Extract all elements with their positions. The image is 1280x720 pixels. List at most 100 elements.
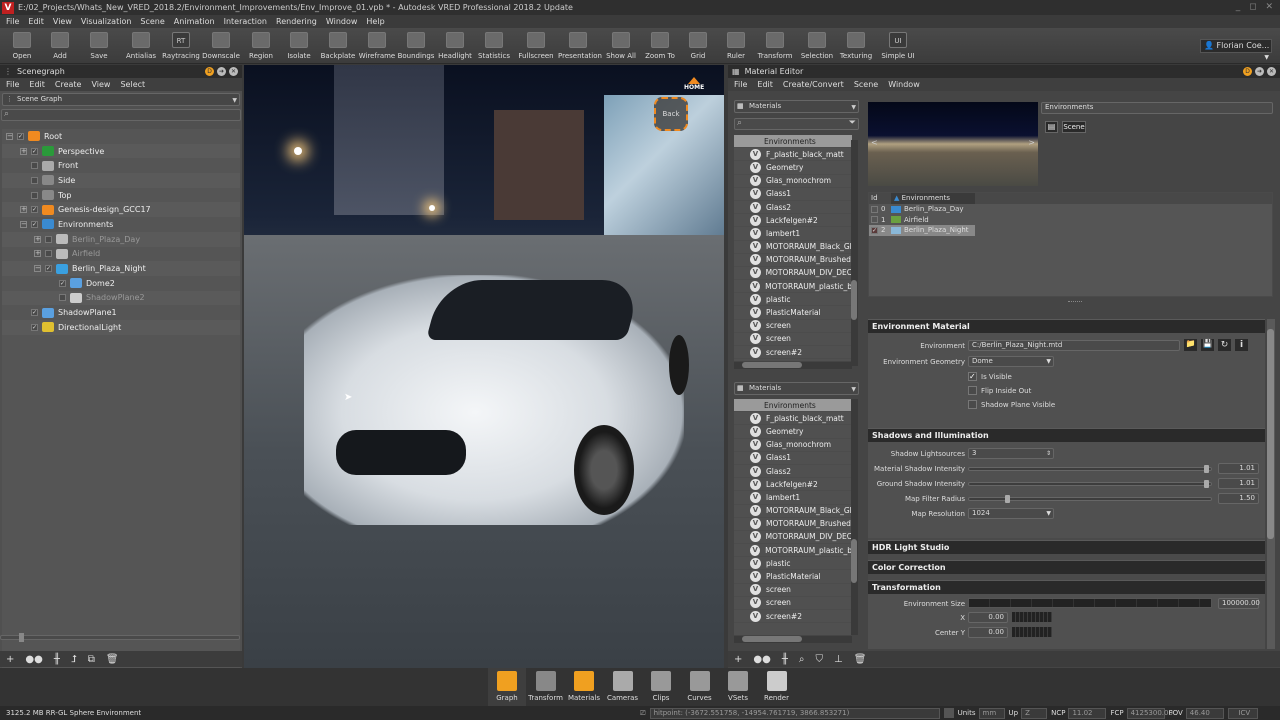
dock-materials-button[interactable]: Materials	[565, 668, 603, 706]
section-hdr-light-studio[interactable]: HDR Light Studio	[868, 540, 1265, 554]
material-item[interactable]: V MOTORRAUM_Black_Gl	[734, 241, 852, 254]
scrollbar-thumb[interactable]	[851, 539, 857, 583]
scrollbar-thumb[interactable]	[742, 362, 802, 368]
toolbar-grid-button[interactable]: Grid	[678, 30, 718, 64]
is-visible-checkbox[interactable]: ✓	[968, 372, 977, 381]
menu-window[interactable]: Window	[326, 17, 358, 26]
horizontal-scrollbar[interactable]	[734, 362, 852, 369]
ncp-field[interactable]: 11.02	[1068, 707, 1107, 719]
toolbar-wireframe-button[interactable]: Wireframe	[357, 30, 397, 64]
scrollbar-thumb[interactable]	[1267, 329, 1274, 539]
visibility-checkbox[interactable]	[45, 235, 52, 243]
visibility-checkbox[interactable]	[31, 176, 38, 184]
center-y-jog-wheel[interactable]	[1012, 627, 1052, 637]
material-item[interactable]: V F_plastic_black_matt	[734, 148, 852, 162]
material-item[interactable]: V PlasticMaterial	[734, 570, 852, 584]
filter-icon[interactable]: ⏷	[849, 118, 856, 128]
clean-icon[interactable]: ⊥	[834, 654, 843, 665]
material-menu-window[interactable]: Window	[888, 80, 920, 89]
tree-node[interactable]: Front	[2, 158, 240, 173]
user-account-button[interactable]: 👤 Florian Coe... ▼	[1200, 39, 1272, 61]
expand-toggle-icon[interactable]: +	[34, 250, 41, 258]
x-jog-wheel[interactable]	[1012, 612, 1052, 622]
material-item[interactable]: Vscreen	[734, 584, 852, 597]
trash-icon[interactable]: 🗑	[854, 654, 867, 665]
x-field[interactable]: 0.00	[968, 612, 1008, 623]
materials-select-bottom[interactable]: ▦ Materials ▼	[734, 382, 859, 395]
tree-node[interactable]: ✓ DirectionalLight	[2, 319, 240, 335]
visibility-checkbox[interactable]: ✓	[31, 309, 38, 317]
dock-clips-button[interactable]: Clips	[642, 668, 680, 706]
next-arrow-icon[interactable]: >	[1028, 138, 1035, 147]
tree-node[interactable]: + Berlin_Plaza_Day	[2, 231, 240, 247]
toolbar-open-button[interactable]: Open	[2, 30, 42, 64]
material-item[interactable]: V MOTORRAUM_DIV_DEC	[734, 267, 852, 281]
ruler-icon[interactable]: ╫	[54, 654, 60, 665]
transform-icon[interactable]: ⮥	[71, 654, 77, 665]
material-shadow-intensity-field[interactable]: 1.01	[1218, 463, 1259, 474]
expand-toggle-icon[interactable]	[20, 309, 27, 316]
material-item[interactable]: V Glass2	[734, 201, 852, 215]
mode-button[interactable]: ICV	[1227, 707, 1258, 719]
horizontal-scrollbar[interactable]	[734, 636, 852, 643]
tree-node[interactable]: Side	[2, 173, 240, 188]
tag-icon[interactable]: ⛉	[815, 654, 823, 665]
toolbar-zoom-to-button[interactable]: Zoom To	[640, 30, 680, 64]
material-item[interactable]: V MOTORRAUM_Brushed	[734, 518, 852, 531]
properties-scrollbar[interactable]	[1267, 319, 1275, 649]
slider-handle[interactable]	[1204, 465, 1210, 473]
toolbar-backplate-button[interactable]: Backplate	[318, 30, 358, 64]
visibility-checkbox[interactable]	[45, 250, 52, 258]
visibility-checkbox[interactable]: ✓	[31, 323, 38, 331]
scenegraph-menu-select[interactable]: Select	[120, 80, 145, 89]
material-item[interactable]: V Geometry	[734, 425, 852, 439]
section-environment-material[interactable]: Environment Material	[868, 319, 1265, 333]
shadow-plane-visible-checkbox[interactable]	[968, 400, 977, 409]
menu-visualization[interactable]: Visualization	[81, 17, 132, 26]
material-item[interactable]: V Glas_monochrom	[734, 439, 852, 452]
tree-node[interactable]: ✓ Dome2	[2, 276, 240, 291]
fov-field[interactable]: 46.40	[1185, 707, 1224, 719]
expand-toggle-icon[interactable]: +	[20, 147, 27, 155]
scene-button[interactable]: Scene	[1062, 121, 1086, 133]
visibility-checkbox[interactable]: ✓	[31, 206, 38, 214]
reload-icon[interactable]: ↻	[1218, 339, 1231, 351]
tree-node[interactable]: ✓ ShadowPlane1	[2, 305, 240, 320]
tree-node[interactable]: − ✓ Environments	[2, 217, 240, 232]
tree-node[interactable]: − ✓ Root	[2, 129, 240, 144]
material-name-field[interactable]: Environments	[1041, 102, 1273, 114]
expand-toggle-icon[interactable]	[20, 162, 27, 169]
map-filter-radius-field[interactable]: 1.50	[1218, 493, 1259, 504]
menu-file[interactable]: File	[6, 17, 19, 26]
tree-node[interactable]: + Airfield	[2, 247, 240, 262]
up-axis-select[interactable]: Z	[1021, 707, 1048, 719]
switch-row[interactable]: 1 Airfield	[869, 215, 1272, 226]
menu-help[interactable]: Help	[366, 17, 384, 26]
environment-geometry-select[interactable]: Dome ▼	[968, 356, 1054, 367]
find-icon[interactable]: ⌕	[799, 654, 805, 665]
toolbar-raytracing-button[interactable]: RT Raytracing	[161, 30, 201, 64]
horizontal-scrollbar[interactable]	[0, 633, 240, 642]
toolbar-show-all-button[interactable]: Show All	[601, 30, 641, 64]
trash-icon[interactable]: 🗑	[106, 654, 119, 665]
map-filter-radius-slider[interactable]	[968, 495, 1212, 503]
fcp-field[interactable]: 4125300.00	[1126, 707, 1173, 719]
expand-toggle-icon[interactable]	[20, 192, 27, 199]
scenegraph-menu-file[interactable]: File	[6, 80, 19, 89]
expand-toggle-icon[interactable]: +	[20, 206, 27, 214]
material-item[interactable]: Vscreen#2	[734, 610, 852, 624]
material-item[interactable]: Vscreen	[734, 597, 852, 610]
home-button[interactable]: HOME	[684, 77, 704, 91]
visibility-checkbox[interactable]: ✓	[31, 147, 38, 155]
section-color-correction[interactable]: Color Correction	[868, 560, 1265, 574]
spin-arrows-icon[interactable]: ⇕	[1046, 449, 1051, 458]
render-viewport[interactable]: Back HOME ➤	[244, 65, 724, 668]
expand-toggle-icon[interactable]: −	[34, 265, 41, 273]
material-menu-scene[interactable]: Scene	[854, 80, 878, 89]
navigation-cube[interactable]: Back	[654, 97, 688, 131]
material-item[interactable]: V Glass2	[734, 465, 852, 479]
material-item[interactable]: V MOTORRAUM_plastic_b	[734, 280, 852, 294]
toolbar-add-button[interactable]: Add	[40, 30, 80, 64]
splitter-handle[interactable]	[1068, 301, 1082, 303]
toolbar-region-button[interactable]: Region	[241, 30, 281, 64]
